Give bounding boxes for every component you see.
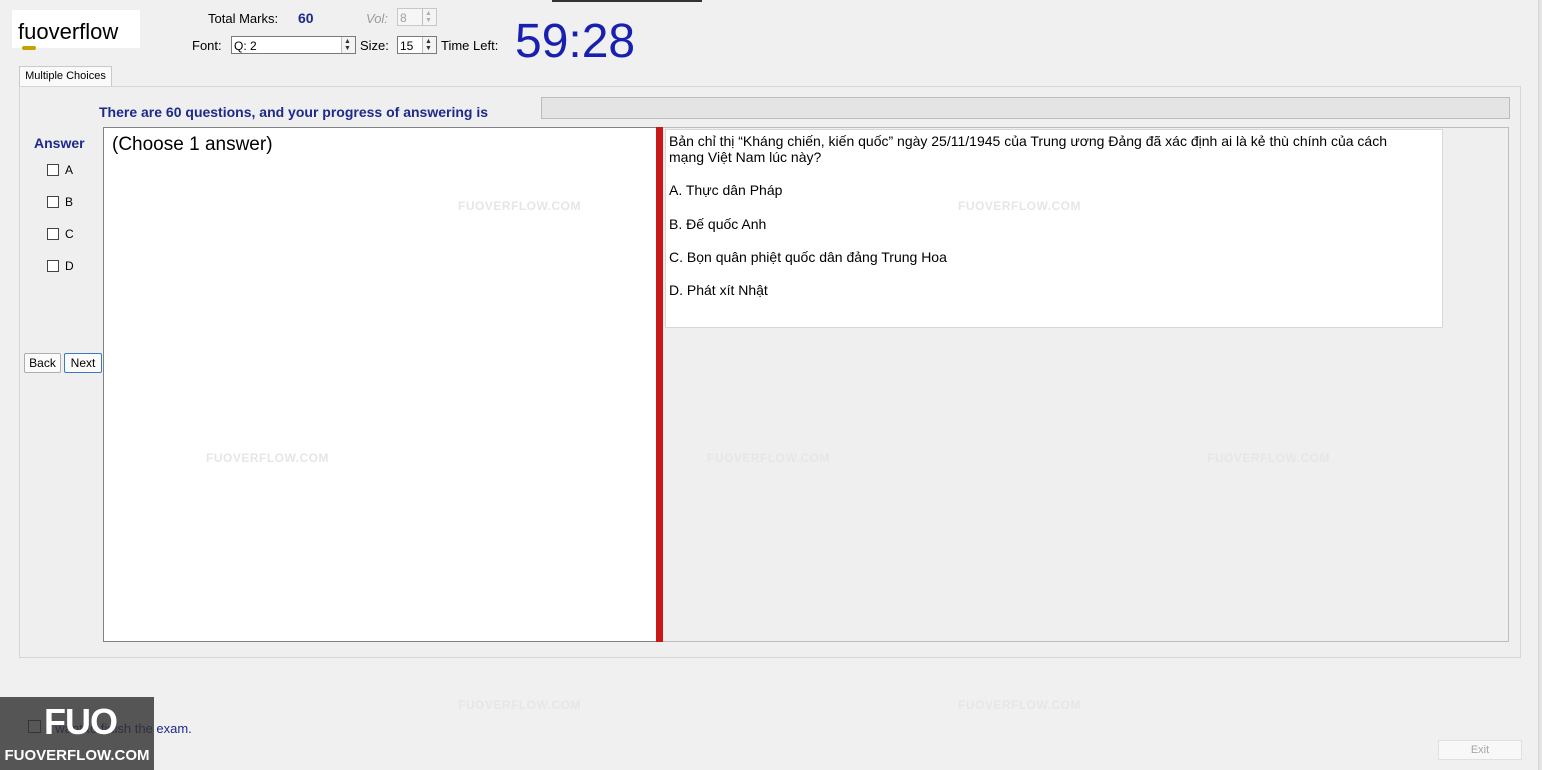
answer-option-label: D xyxy=(65,259,74,273)
tab-multiple-choices[interactable]: Multiple Choices xyxy=(19,66,112,88)
exit-button: Exit xyxy=(1438,740,1522,760)
answer-option-label: C xyxy=(65,227,74,241)
watermark: FUOVERFLOW.COM xyxy=(206,451,329,465)
spin-down-icon[interactable]: ▼ xyxy=(425,45,432,52)
checkbox[interactable] xyxy=(47,196,59,208)
back-button[interactable]: Back xyxy=(24,353,61,373)
size-label: Size: xyxy=(360,38,389,53)
font-size-stepper-buttons[interactable]: ▲ ▼ xyxy=(422,37,436,53)
font-size-value[interactable]: 15 xyxy=(400,39,413,53)
countdown-timer: 59:28 xyxy=(515,15,636,68)
vol-stepper: 8 ▲ ▼ xyxy=(397,8,437,26)
total-marks-label: Total Marks: xyxy=(208,11,279,26)
fuo-logo-text: FUOVERFLOW.COM xyxy=(4,747,150,764)
question-number-value[interactable]: Q: 2 xyxy=(234,39,257,53)
next-button[interactable]: Next xyxy=(64,353,102,373)
question-option-d: D. Phát xít Nhật xyxy=(669,282,768,298)
spin-up-icon[interactable]: ▲ xyxy=(425,38,432,45)
fuo-logo-mark: FUO xyxy=(44,701,118,742)
total-marks-value: 60 xyxy=(298,10,314,26)
vol-stepper-buttons: ▲ ▼ xyxy=(422,9,436,25)
watermark: FUOVERFLOW.COM xyxy=(1207,451,1330,465)
answer-option-d[interactable]: D xyxy=(47,259,74,273)
question-box: Bản chỉ thị “Kháng chiến, kiến quốc” ngà… xyxy=(665,129,1443,328)
question-option-a: A. Thực dân Pháp xyxy=(669,182,783,198)
answer-hint: (Choose 1 answer) xyxy=(112,134,273,155)
time-left-label: Time Left: xyxy=(441,38,499,53)
vol-label: Vol: xyxy=(366,11,388,26)
question-text: Bản chỉ thị “Kháng chiến, kiến quốc” ngà… xyxy=(669,133,1387,165)
answer-option-b[interactable]: B xyxy=(47,195,73,209)
checkbox[interactable] xyxy=(47,260,59,272)
watermark: FUOVERFLOW.COM xyxy=(958,698,1081,712)
checkbox[interactable] xyxy=(47,228,59,240)
answer-title: Answer xyxy=(34,135,85,151)
question-option-b: B. Đế quốc Anh xyxy=(669,216,767,232)
watermark: FUOVERFLOW.COM xyxy=(958,199,1081,213)
spin-up-icon: ▲ xyxy=(425,10,432,17)
panel-splitter[interactable] xyxy=(656,127,663,642)
spin-down-icon[interactable]: ▼ xyxy=(344,45,351,52)
checkbox[interactable] xyxy=(47,164,59,176)
logo: fuoverflow xyxy=(12,10,140,48)
answer-option-a[interactable]: A xyxy=(47,163,73,177)
spin-down-icon: ▼ xyxy=(425,17,432,24)
question-stepper-buttons[interactable]: ▲ ▼ xyxy=(341,37,355,53)
progress-bar xyxy=(541,97,1510,119)
progress-label: There are 60 questions, and your progres… xyxy=(99,104,488,120)
spin-up-icon[interactable]: ▲ xyxy=(344,38,351,45)
font-label: Font: xyxy=(192,38,222,53)
watermark: FUOVERFLOW.COM xyxy=(458,698,581,712)
answer-option-label: A xyxy=(65,163,74,177)
font-size-stepper[interactable]: 15 ▲ ▼ xyxy=(397,36,437,54)
watermark: FUOVERFLOW.COM xyxy=(458,199,581,213)
vol-value: 8 xyxy=(400,11,407,25)
window-edge xyxy=(1538,0,1542,770)
watermark: FUOVERFLOW.COM xyxy=(707,451,830,465)
fuoverflow-badge: FUO FUOVERFLOW.COM xyxy=(0,697,154,770)
window-top-strip xyxy=(552,0,702,2)
answer-option-label: B xyxy=(65,195,74,209)
answer-option-c[interactable]: C xyxy=(47,227,74,241)
question-stepper[interactable]: Q: 2 ▲ ▼ xyxy=(231,36,356,54)
logo-accent xyxy=(22,46,36,50)
question-option-c: C. Bọn quân phiệt quốc dân đảng Trung Ho… xyxy=(669,249,947,265)
